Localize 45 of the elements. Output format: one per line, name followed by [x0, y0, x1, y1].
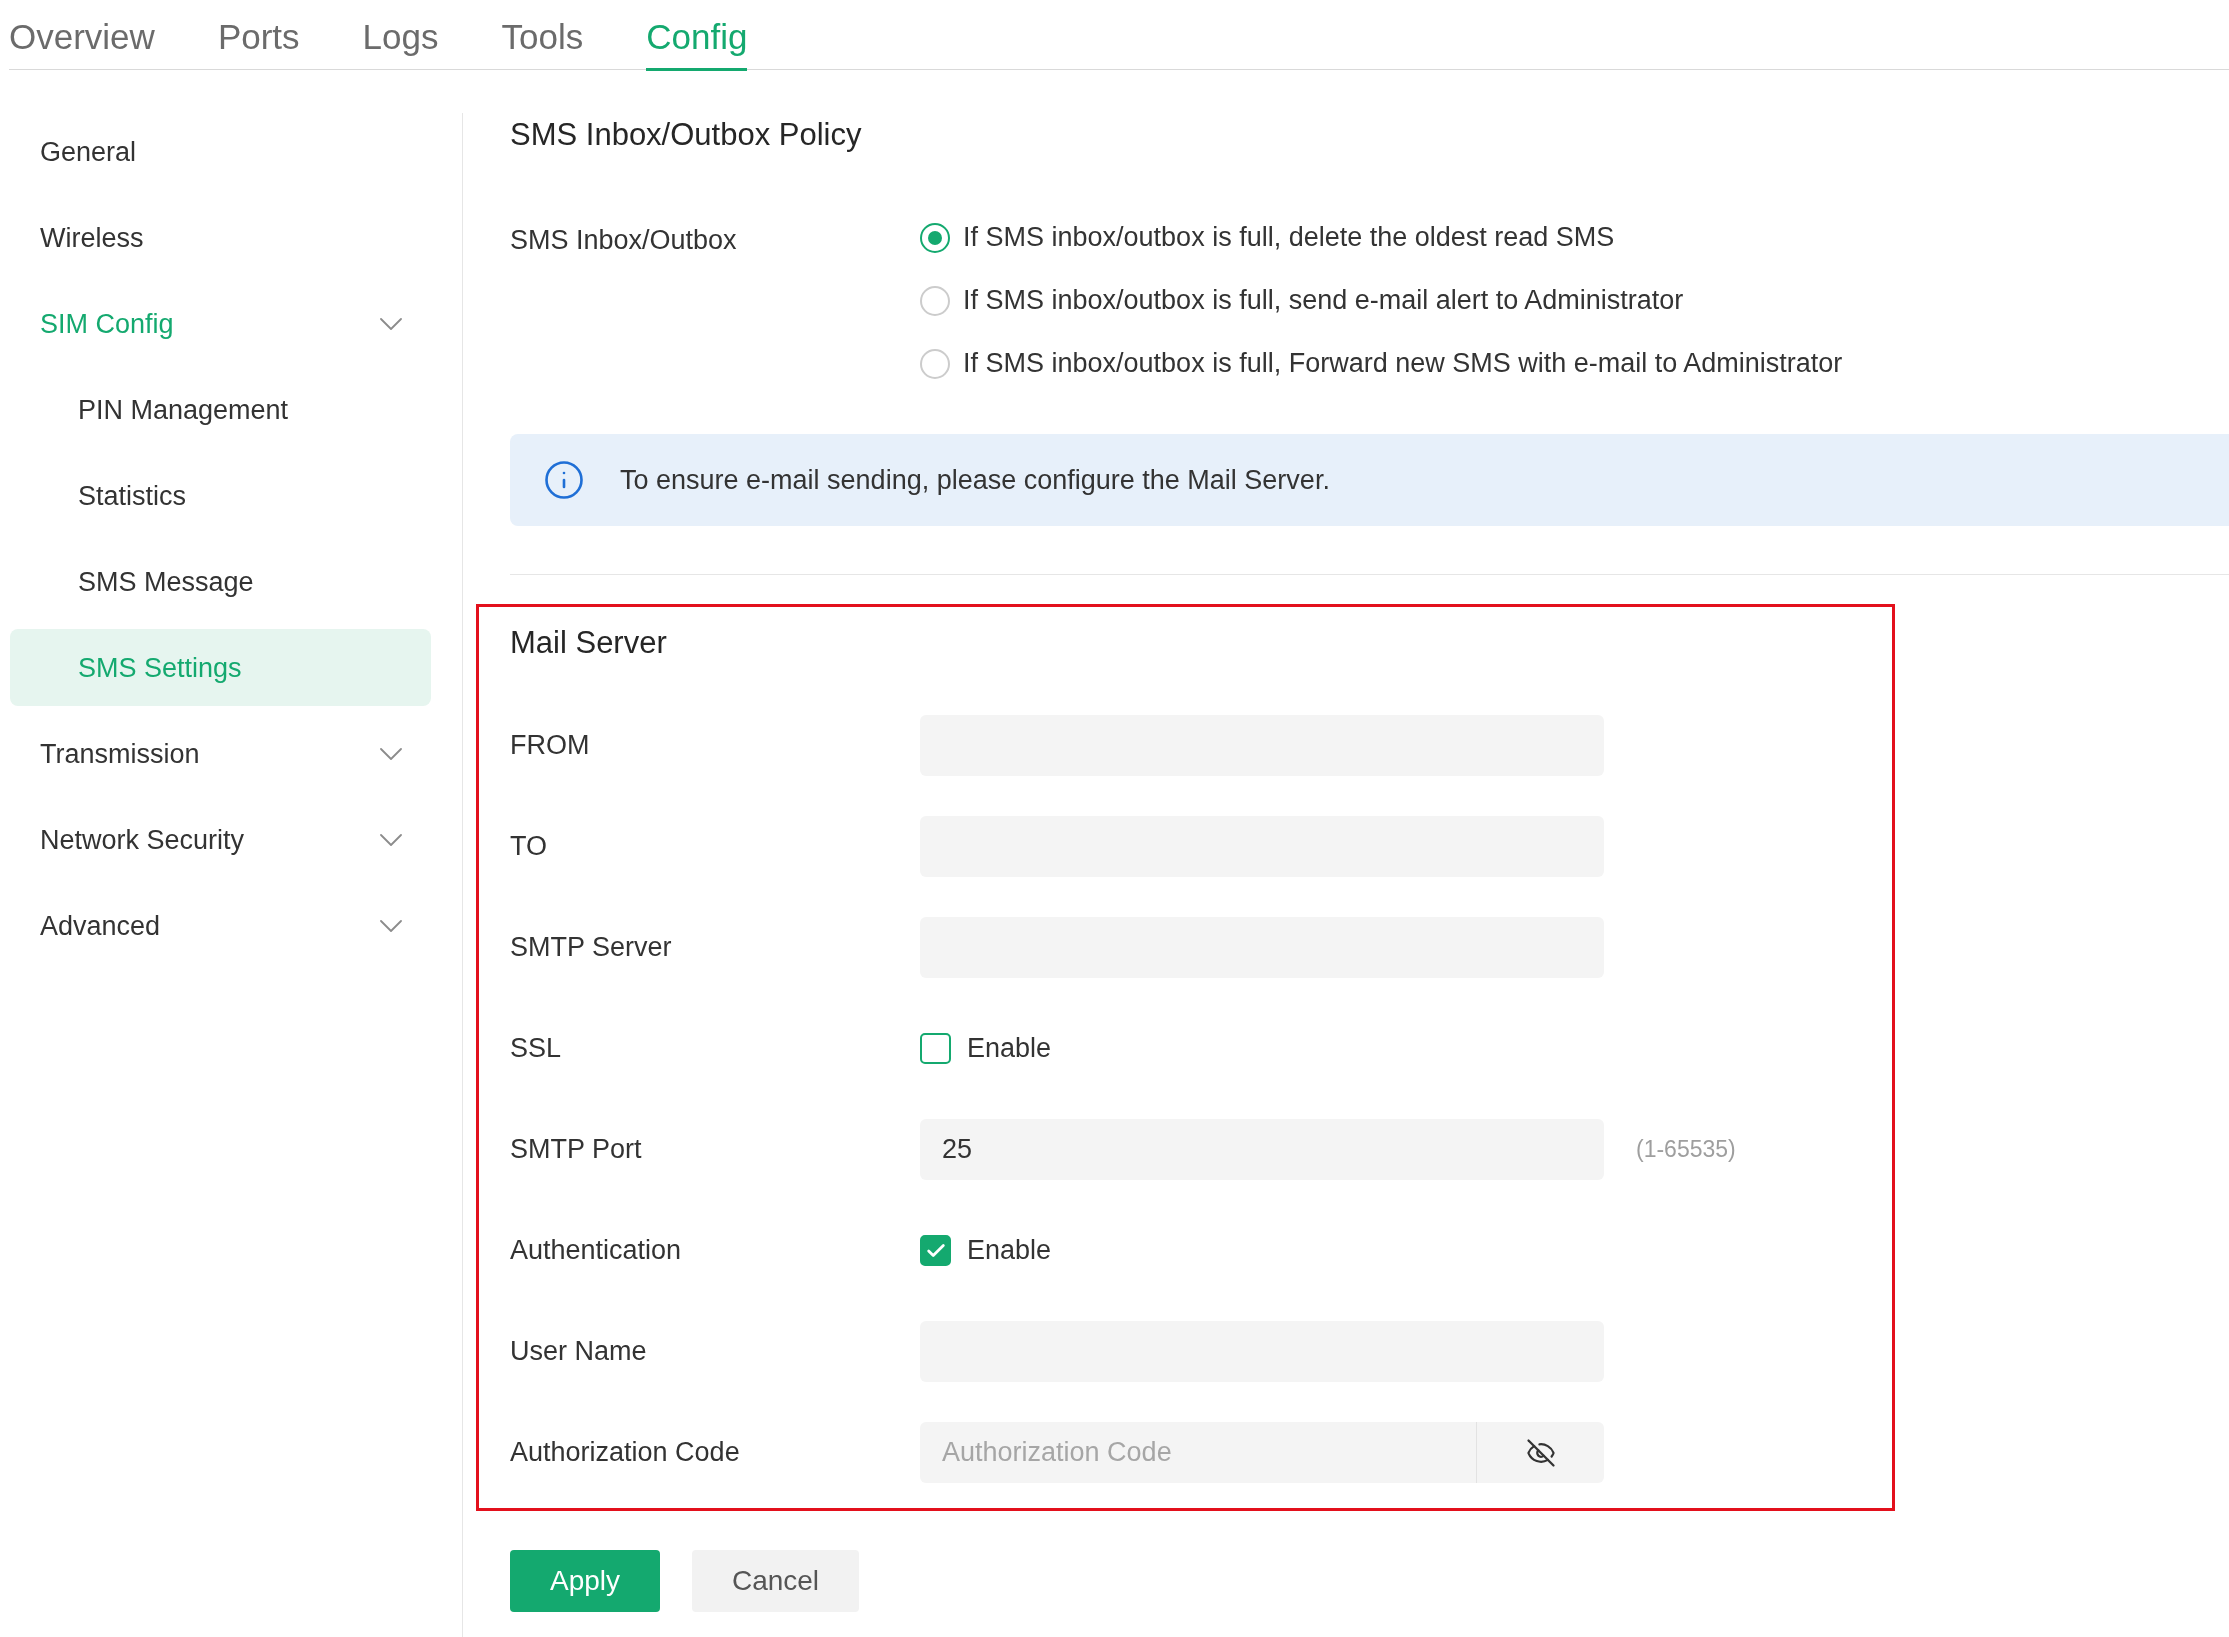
sidebar-item[interactable]: Network Security: [10, 801, 431, 878]
chevron-down-icon: [380, 919, 402, 932]
input-field[interactable]: 25: [920, 1119, 1604, 1180]
sidebar-item[interactable]: Wireless: [10, 199, 431, 276]
section-title: Mail Server: [510, 624, 668, 662]
field-label: SMTP Port: [510, 1133, 643, 1167]
radio-label: If SMS inbox/outbox is full, delete the oldest read SMS: [963, 221, 1615, 255]
field-label: Authorization Code: [510, 1436, 741, 1470]
radio-button[interactable]: [920, 222, 950, 253]
sidebar-item[interactable]: Transmission: [10, 715, 431, 792]
info-icon: [543, 459, 585, 501]
chevron-down-icon: [380, 317, 402, 330]
checkbox[interactable]: [920, 1235, 951, 1266]
radio-button[interactable]: [920, 285, 950, 316]
field-label: SSL: [510, 1032, 563, 1066]
nav-tab[interactable]: Tools: [501, 0, 584, 71]
eye-off-icon: [1525, 1437, 1556, 1468]
radio-label: If SMS inbox/outbox is full, Forward new SMS with e-mail to Administrator: [963, 347, 1843, 381]
field-label: FROM: [510, 729, 591, 763]
field-label: User Name: [510, 1335, 648, 1369]
nav-tab[interactable]: Ports: [217, 0, 300, 71]
field-label: SMTP Server: [510, 931, 673, 965]
sidebar-item[interactable]: Statistics: [10, 457, 431, 534]
field-label: SMS Inbox/Outbox: [510, 224, 738, 257]
checkbox-label: Enable: [967, 1032, 1052, 1066]
checkbox-label: Enable: [967, 1234, 1052, 1268]
cancel-button[interactable]: Cancel: [692, 1550, 859, 1612]
input-field[interactable]: Authorization Code: [920, 1422, 1476, 1483]
radio-label: If SMS inbox/outbox is full, send e-mail alert to Administrator: [963, 284, 1684, 318]
nav-tab[interactable]: Overview: [9, 0, 155, 71]
sidebar-item[interactable]: PIN Management: [10, 371, 431, 448]
show-password-button[interactable]: [1476, 1422, 1604, 1483]
sidebar-item[interactable]: Advanced: [10, 887, 431, 964]
section-title: SMS Inbox/Outbox Policy: [510, 116, 863, 154]
field-label: Authentication: [510, 1234, 683, 1268]
info-message: To ensure e-mail sending, please configure the Mail Server.: [620, 463, 1330, 497]
sidebar-item[interactable]: SMS Message: [10, 543, 431, 620]
range-hint: (1-65535): [1636, 1135, 1736, 1165]
sidebar-item[interactable]: General: [10, 113, 431, 190]
field-label: TO: [510, 830, 548, 864]
chevron-down-icon: [380, 747, 402, 760]
chevron-down-icon: [380, 833, 402, 846]
radio-button[interactable]: [920, 348, 950, 379]
nav-tab[interactable]: Logs: [362, 0, 439, 71]
checkbox[interactable]: [920, 1033, 951, 1064]
